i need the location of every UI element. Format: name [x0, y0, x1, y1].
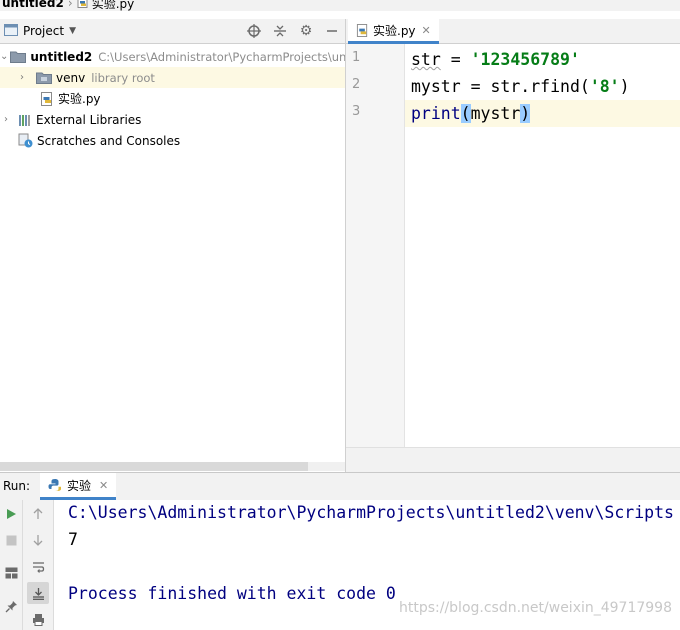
dropdown-caret-icon: ▼ — [69, 26, 76, 36]
code-token: ) — [619, 77, 630, 96]
editor-scrollbar-area — [346, 447, 680, 473]
run-label: Run: — [3, 479, 31, 493]
run-toolbar-left — [0, 500, 23, 630]
tree-item-scratches[interactable]: Scratches and Consoles — [0, 130, 359, 151]
code-line: str = '123456789' — [411, 46, 580, 73]
code-token: str — [411, 50, 441, 69]
breadcrumb: untitled2 › 实验.py — [0, 0, 680, 11]
project-view-selector[interactable]: Project ▼ — [4, 23, 76, 39]
tab-file[interactable]: 实验.py ✕ — [348, 19, 439, 44]
project-window-icon — [4, 23, 18, 39]
run-toolbar-secondary — [23, 500, 54, 630]
editor-gutter: 1 2 3 — [346, 44, 405, 447]
code-token: mystr — [470, 104, 521, 123]
code-token: = — [440, 50, 471, 69]
console-line-command: C:\Users\Administrator\PycharmProjects\u… — [68, 503, 674, 522]
chevron-right-icon[interactable]: › — [0, 114, 12, 125]
folder-icon — [10, 50, 27, 63]
collapse-icon[interactable] — [267, 19, 293, 43]
python-run-icon — [48, 478, 62, 492]
console-line-output: 7 — [68, 530, 78, 549]
tree-item-hint: C:\Users\Administrator\PycharmProjects\u… — [98, 49, 345, 64]
console-line-process: Process finished with exit code 0 — [68, 584, 396, 603]
tree-item-hint: library root — [91, 70, 155, 85]
chevron-right-icon[interactable]: › — [16, 72, 28, 83]
line-number: 2 — [352, 77, 361, 92]
line-number: 1 — [352, 50, 361, 65]
line-number: 3 — [352, 104, 361, 119]
tree-item-label: 实验.py — [58, 92, 101, 106]
editor-tab-bar: 实验.py ✕ — [346, 19, 680, 44]
code-line: mystr = str.rfind('8') — [411, 73, 630, 100]
code-editor[interactable]: str = '123456789' mystr = str.rfind('8')… — [405, 44, 680, 447]
stop-icon[interactable] — [0, 529, 22, 551]
code-token-string: '123456789' — [470, 50, 580, 69]
code-token-bracket: ( — [460, 104, 471, 123]
python-file-icon — [356, 23, 369, 37]
code-token-builtin: print — [411, 104, 461, 123]
tree-item-label: Scratches and Consoles — [37, 133, 181, 148]
project-panel-title: Project — [23, 24, 65, 38]
close-icon[interactable]: ✕ — [99, 479, 108, 492]
pin-icon[interactable] — [0, 595, 22, 617]
watermark: https://blog.csdn.net/weixin_49717998 — [398, 600, 672, 616]
breadcrumb-project[interactable]: untitled2 — [2, 0, 64, 10]
tree-item-label: External Libraries — [36, 112, 142, 127]
tree-item-file[interactable]: 实验.py — [0, 88, 383, 109]
tree-item-label: venv — [56, 70, 86, 85]
close-icon[interactable]: ✕ — [422, 24, 431, 37]
code-token-string: '8' — [589, 77, 620, 96]
python-file-icon — [77, 0, 89, 11]
print-icon[interactable] — [27, 608, 49, 630]
library-icon — [18, 113, 32, 127]
code-line-current: print(mystr) — [405, 100, 680, 127]
project-tree: ⌄ untitled2 C:\Users\Administrator\Pycha… — [0, 44, 361, 462]
tree-item-external-libraries[interactable]: › External Libraries — [0, 109, 345, 130]
horizontal-scrollbar[interactable] — [0, 462, 308, 471]
code-token-bracket: ) — [520, 104, 531, 123]
arrow-down-icon[interactable] — [27, 529, 49, 551]
run-tab-label: 实验 — [67, 478, 92, 493]
arrow-up-icon[interactable] — [27, 503, 49, 525]
rerun-play-icon[interactable] — [0, 503, 22, 525]
code-token: mystr = str.rfind( — [411, 77, 590, 96]
breadcrumb-file[interactable]: 实验.py — [92, 0, 135, 12]
scratches-icon — [18, 133, 33, 148]
minimize-icon[interactable] — [319, 19, 345, 43]
gear-icon[interactable]: ⚙ — [293, 19, 319, 43]
chevron-down-icon[interactable]: ⌄ — [0, 51, 8, 62]
tree-item-project-root[interactable]: ⌄ untitled2 C:\Users\Administrator\Pycha… — [0, 46, 345, 67]
target-icon[interactable] — [241, 19, 267, 43]
scroll-to-end-icon[interactable] — [27, 582, 49, 604]
run-panel-header: Run: 实验 ✕ — [0, 472, 680, 501]
python-file-icon — [40, 91, 54, 106]
layout-icon[interactable] — [0, 562, 22, 584]
scrollbar-track — [308, 462, 345, 471]
folder-icon — [36, 71, 52, 84]
run-tab[interactable]: 实验 ✕ — [40, 473, 117, 500]
soft-wrap-icon[interactable] — [27, 556, 49, 578]
tree-item-venv[interactable]: › venv library root — [0, 67, 361, 88]
project-panel-header: Project ▼ ⚙ — [0, 19, 345, 44]
tab-label: 实验.py — [373, 23, 416, 38]
tree-item-label: untitled2 — [30, 49, 93, 64]
breadcrumb-separator-icon: › — [67, 0, 73, 10]
